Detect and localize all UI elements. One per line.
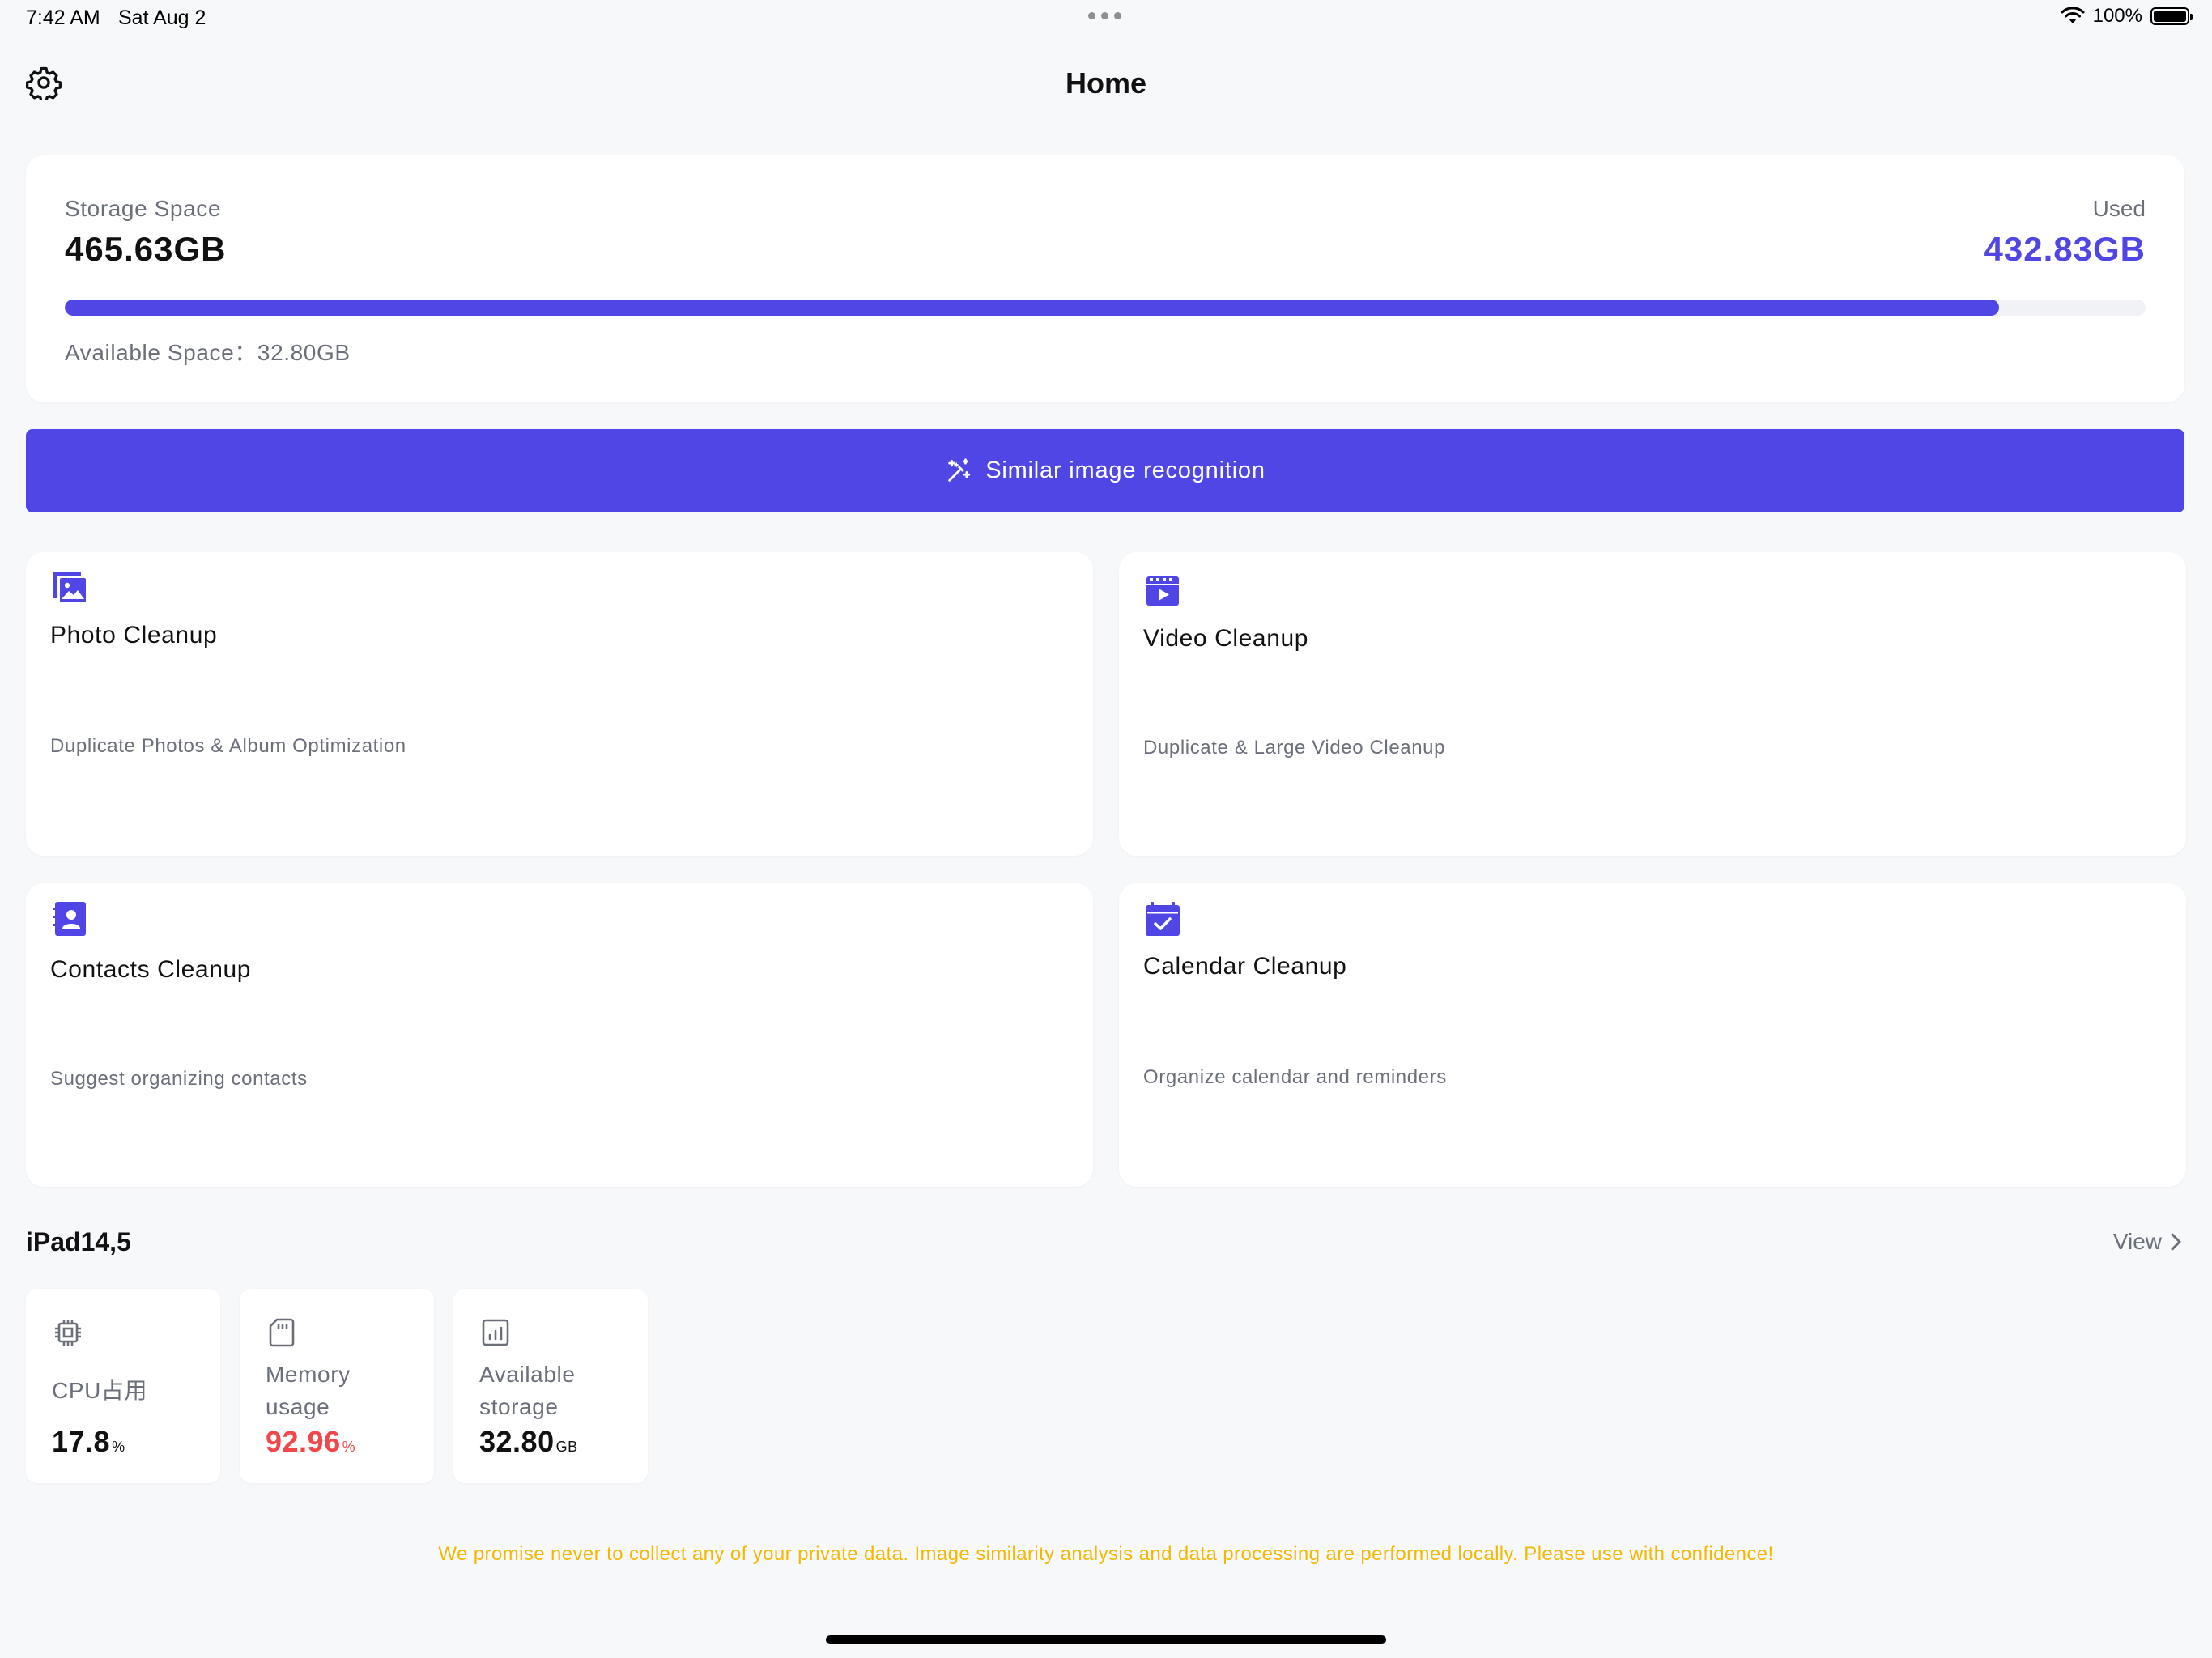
wifi-icon: [2061, 7, 2085, 23]
status-time: 7:42 AM: [26, 6, 100, 29]
contacts-cleanup-card[interactable]: Contacts Cleanup Suggest organizing cont…: [26, 883, 1093, 1187]
photo-cleanup-title: Photo Cleanup: [50, 622, 218, 648]
calendar-cleanup-desc: Organize calendar and reminders: [1143, 1066, 1447, 1088]
photo-cleanup-desc: Duplicate Photos & Album Optimization: [50, 735, 406, 757]
calendar-cleanup-title: Calendar Cleanup: [1143, 953, 1347, 980]
video-icon: [1146, 576, 1179, 606]
contacts-cleanup-desc: Suggest organizing contacts: [50, 1068, 308, 1090]
sd-card-icon: [269, 1318, 295, 1347]
cpu-icon: [55, 1320, 81, 1346]
battery-percent: 100%: [2092, 5, 2142, 27]
photo-icon: [53, 572, 86, 602]
memory-usage-card: Memory usage 92.96%: [240, 1289, 434, 1483]
multitasking-dots-icon[interactable]: [1088, 10, 1124, 21]
calendar-cleanup-card[interactable]: Calendar Cleanup Organize calendar and r…: [1119, 883, 2186, 1187]
similar-image-recognition-button[interactable]: Similar image recognition: [26, 429, 2184, 512]
memory-usage-label: Memory usage: [266, 1362, 351, 1419]
used-label: Used: [2092, 196, 2146, 221]
home-indicator[interactable]: [826, 1635, 1386, 1644]
contacts-cleanup-title: Contacts Cleanup: [50, 956, 252, 983]
storage-label: Storage Space: [65, 196, 222, 221]
view-link[interactable]: View: [2113, 1229, 2184, 1255]
photo-cleanup-card[interactable]: Photo Cleanup Duplicate Photos & Album O…: [26, 552, 1093, 856]
battery-icon: [2150, 7, 2193, 25]
storage-progress-fill: [65, 300, 2000, 316]
device-name: iPad14,5: [26, 1227, 131, 1256]
magic-wand-icon: [948, 457, 971, 482]
used-value: 432.83GB: [1984, 230, 2146, 268]
memory-usage-value: 92.96%: [266, 1425, 356, 1458]
available-storage-label: Available storage: [479, 1362, 576, 1419]
cpu-usage-label: CPU占用: [52, 1378, 148, 1403]
status-date: Sat Aug 2: [118, 6, 206, 29]
video-cleanup-card[interactable]: Video Cleanup Duplicate & Large Video Cl…: [1119, 552, 2186, 856]
available-storage-card: Available storage 32.80 GB: [453, 1289, 648, 1483]
available-storage-value: 32.80 GB: [479, 1425, 578, 1458]
similar-image-recognition-label: Similar image recognition: [985, 457, 1266, 483]
cpu-usage-card: CPU占用 17.8%: [26, 1289, 220, 1483]
chart-icon: [482, 1319, 509, 1346]
privacy-note: We promise never to collect any of your …: [438, 1543, 1774, 1565]
contacts-icon: [53, 902, 86, 936]
video-cleanup-desc: Duplicate & Large Video Cleanup: [1143, 737, 1446, 759]
status-indicators: 100%: [2061, 5, 2193, 28]
available-space: Available Space：32.80GB: [65, 340, 351, 365]
video-cleanup-title: Video Cleanup: [1143, 625, 1309, 652]
storage-progress-bar: [65, 300, 2146, 316]
view-label: View: [2112, 1229, 2162, 1254]
storage-card: Storage Space 465.63GB Used 432.83GB Ava…: [26, 155, 2184, 402]
cpu-usage-value: 17.8%: [52, 1425, 125, 1458]
page-title: Home: [1065, 66, 1147, 100]
storage-total: 465.63GB: [65, 230, 227, 268]
chevron-right-icon: [2171, 1233, 2181, 1251]
calendar-icon: [1146, 902, 1180, 936]
